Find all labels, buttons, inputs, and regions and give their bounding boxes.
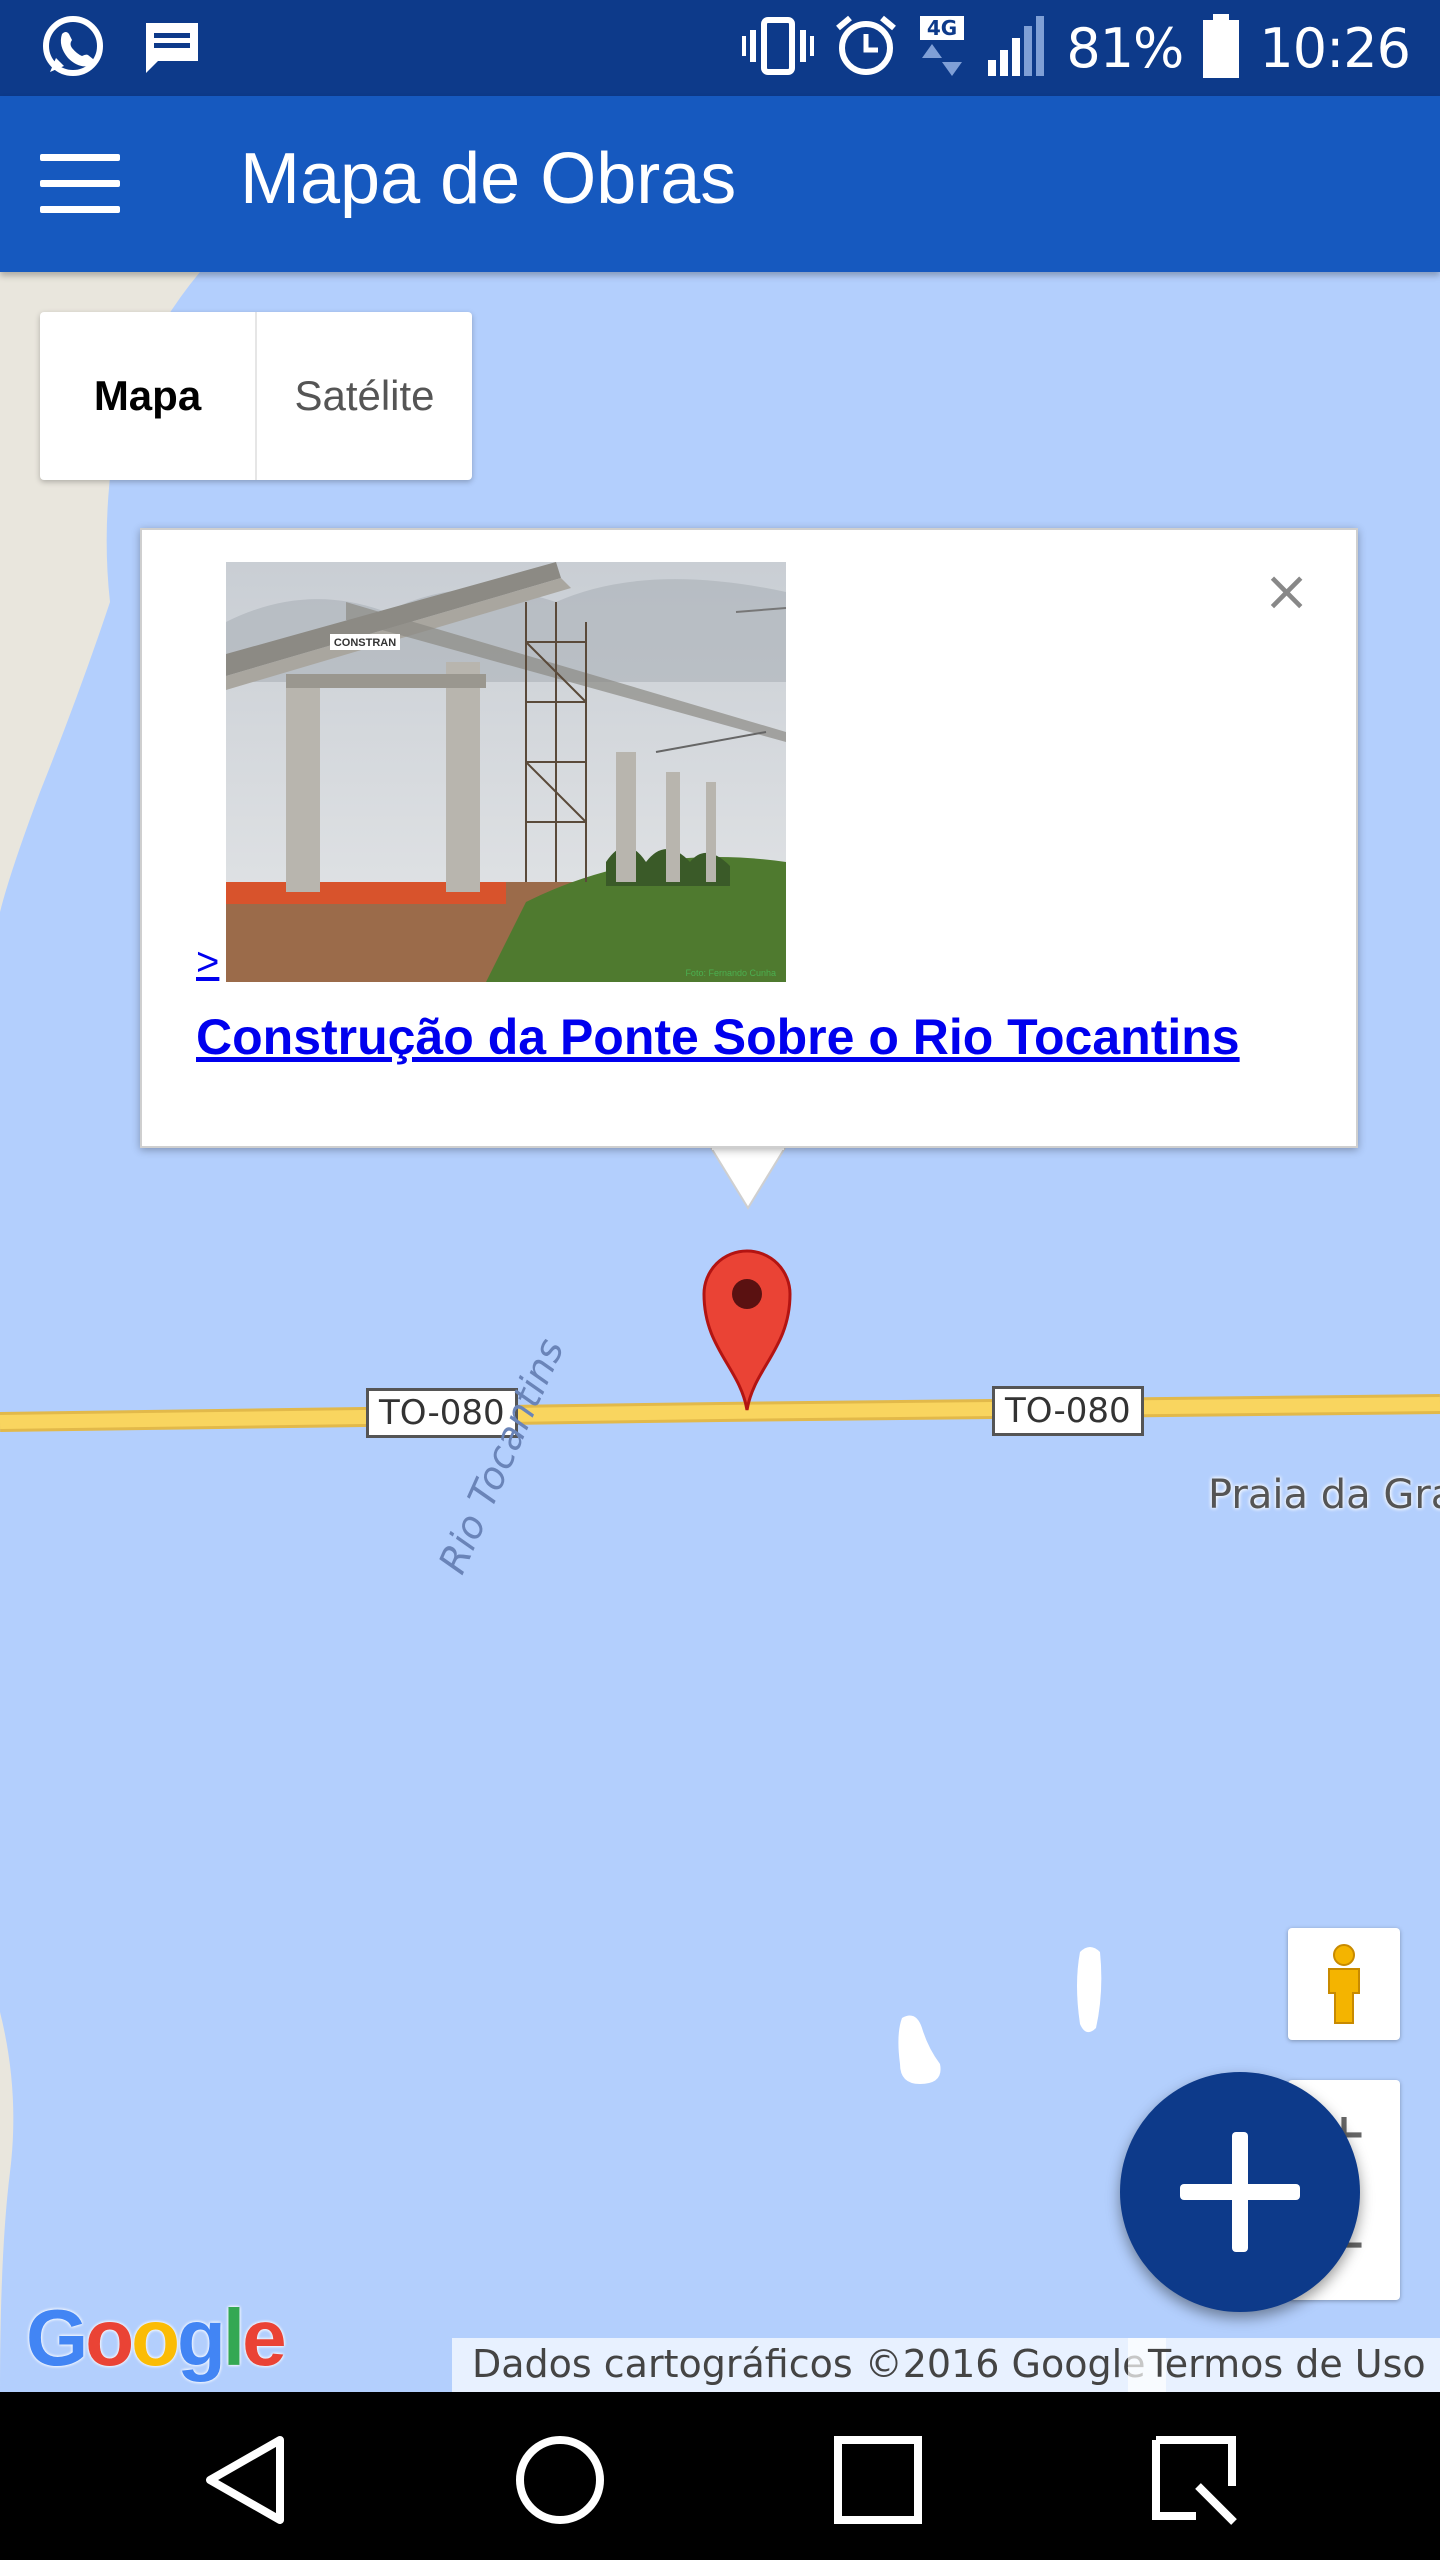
alarm-icon — [834, 14, 898, 83]
network-4g-icon: 4G — [918, 14, 966, 83]
signal-icon — [986, 14, 1046, 83]
status-bar: 4G 81% 10:26 — [0, 0, 1440, 96]
map-attribution: Dados cartográficos ©2016 Google — [452, 2338, 1166, 2392]
message-icon — [142, 19, 202, 80]
add-fab-button[interactable] — [1120, 2072, 1360, 2312]
construction-photo[interactable]: CONSTRAN Foto: Fernando Cunha — [226, 562, 786, 982]
pegman-icon — [1328, 1944, 1360, 2024]
svg-text:CONSTRAN: CONSTRAN — [334, 637, 396, 649]
back-icon[interactable] — [196, 2430, 296, 2530]
home-icon[interactable] — [510, 2430, 610, 2530]
whatsapp-icon — [40, 14, 106, 85]
vibrate-icon — [742, 16, 815, 81]
place-label: Praia da Gra — [1208, 1472, 1440, 1518]
hamburger-menu-icon[interactable] — [40, 154, 120, 214]
navigation-bar — [0, 2392, 1440, 2560]
close-icon[interactable]: × — [1263, 564, 1310, 620]
svg-text:Foto: Fernando Cunha: Foto: Fernando Cunha — [685, 968, 776, 978]
google-logo-text: Google — [26, 2293, 287, 2382]
screenshot-icon[interactable] — [1146, 2430, 1246, 2530]
map-type-control: Mapa Satélite — [40, 312, 472, 480]
map-marker-icon[interactable] — [700, 1248, 794, 1412]
road-shield: TO-080 — [992, 1386, 1144, 1436]
info-window-tail — [708, 1146, 788, 1210]
clock: 10:26 — [1259, 16, 1411, 80]
terms-link[interactable]: Termos de Uso — [1128, 2338, 1440, 2392]
recents-icon[interactable] — [828, 2430, 928, 2530]
info-window: × CONSTRAN Foto: Fernando Cunha > Constr… — [140, 528, 1358, 1148]
street-view-pegman-button[interactable] — [1288, 1928, 1400, 2040]
map-type-satellite-button[interactable]: Satélite — [257, 312, 472, 480]
google-logo: Google — [26, 2292, 287, 2384]
map-view[interactable]: Mapa Satélite TO-080 TO-080 Praia da Gra… — [0, 272, 1440, 2392]
battery-icon — [1203, 13, 1240, 83]
info-window-arrow-link[interactable]: > — [196, 940, 219, 985]
map-type-map-button[interactable]: Mapa — [40, 312, 257, 480]
app-bar: Mapa de Obras — [0, 96, 1440, 272]
info-window-title-link[interactable]: Construção da Ponte Sobre o Rio Tocantin… — [196, 1008, 1240, 1066]
svg-text:4G: 4G — [927, 16, 957, 40]
battery-percent: 81% — [1066, 16, 1184, 80]
page-title: Mapa de Obras — [240, 139, 737, 219]
